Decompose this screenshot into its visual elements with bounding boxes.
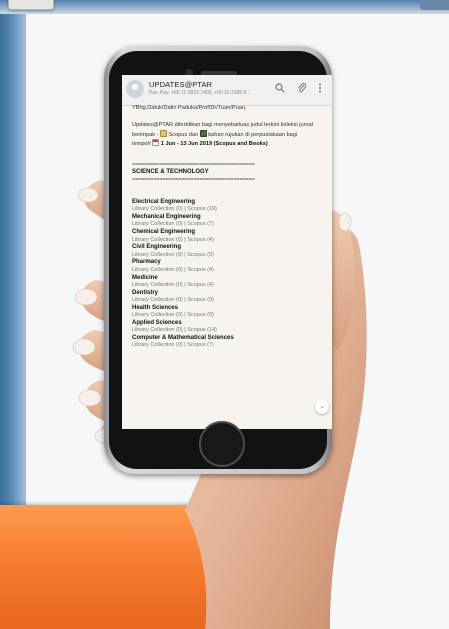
category-title: Pharmacy	[132, 259, 161, 266]
phone-screen: UPDATES@PTAR Pav, Pav, +60 11-2819 7403,…	[122, 75, 332, 429]
category-counts: Library Collection (0) | Scopus (0)	[132, 312, 214, 319]
greeting-line: YBhg.Datuk/Datin Paduka/Prof/Dr/Tuan/Pua…	[132, 105, 247, 111]
category-counts: Library Collection (0) | Scopus (4)	[132, 236, 214, 243]
smartphone: UPDATES@PTAR Pav, Pav, +60 11-2819 7403,…	[104, 46, 332, 474]
list-item: Computer & Mathematical Sciences Library …	[132, 335, 314, 350]
calendar-emoji-icon	[152, 138, 160, 146]
paperclip-icon[interactable]	[297, 83, 307, 95]
category-title: Electrical Engineering	[132, 199, 196, 206]
category-title: Dentistry	[132, 289, 159, 296]
list-item: Medicine Library Collection (0) | Scopus …	[132, 275, 314, 290]
chevron-down-icon[interactable]: ⌄	[315, 400, 329, 414]
section-heading: SCIENCE & TECHNOLOGY	[132, 169, 209, 176]
message-bubble: YBhg.Datuk/Datin Paduka/Prof/Dr/Tuan/Pua…	[132, 105, 314, 350]
category-title: Health Sciences	[132, 304, 179, 311]
intro-text-2: Scopus dan	[166, 131, 200, 138]
category-counts: Library Collection (0) | Scopus (14)	[132, 327, 217, 334]
books-emoji-icon	[199, 129, 207, 137]
group-avatar[interactable]	[126, 80, 144, 98]
category-counts: Library Collection (0) | Scopus (7)	[132, 221, 214, 228]
phone-bezel: UPDATES@PTAR Pav, Pav, +60 11-2819 7403,…	[109, 51, 332, 469]
home-button[interactable]	[199, 421, 245, 467]
book-emoji-icon	[159, 129, 167, 137]
kebab-menu-icon[interactable]	[318, 83, 322, 95]
category-counts: Library Collection (0) | Scopus (9)	[132, 251, 214, 258]
intro-paragraph: Updates@PTAR diterbitkan bagi menyebarlu…	[132, 122, 314, 148]
list-item: Chemical Engineering Library Collection (…	[132, 229, 314, 244]
category-title: Medicine	[132, 274, 158, 281]
chat-header: UPDATES@PTAR Pav, Pav, +60 11-2819 7403,…	[122, 75, 332, 106]
category-counts: Library Collection (0) | Scopus (19)	[132, 206, 217, 213]
search-icon[interactable]	[275, 83, 285, 95]
category-title: Mechanical Engineering	[132, 214, 201, 221]
list-item: Civil Engineering Library Collection (0) …	[132, 244, 314, 259]
divider-line-bottom: ========================================	[132, 176, 255, 183]
period-text: 1 Jun - 13 Jun 2019 (Scopus and Books)	[160, 140, 268, 147]
list-item: Applied Sciences Library Collection (0) |…	[132, 320, 314, 335]
chat-body[interactable]: YBhg.Datuk/Datin Paduka/Prof/Dr/Tuan/Pua…	[122, 105, 332, 429]
category-counts: Library Collection (0) | Scopus (7)	[132, 342, 214, 349]
category-counts: Library Collection (0) | Scopus (4)	[132, 266, 214, 273]
category-counts: Library Collection (0) | Scopus (0)	[132, 296, 214, 303]
list-item: Electrical Engineering Library Collection…	[132, 199, 314, 214]
list-item: Health Sciences Library Collection (0) | …	[132, 305, 314, 320]
category-title: Computer & Mathematical Sciences	[132, 334, 234, 341]
category-title: Chemical Engineering	[132, 229, 196, 236]
divider-line-top: ========================================	[132, 162, 255, 169]
category-counts: Library Collection (0) | Scopus (4)	[132, 281, 214, 288]
chat-title[interactable]: UPDATES@PTAR	[149, 80, 212, 89]
list-item: Pharmacy Library Collection (0) | Scopus …	[132, 259, 314, 274]
category-list: Electrical Engineering Library Collection…	[132, 199, 314, 349]
list-item: Mechanical Engineering Library Collection…	[132, 214, 314, 229]
category-title: Civil Engineering	[132, 244, 182, 251]
chat-participants[interactable]: Pav, Pav, +60 11-2819 7403, +60 11-3285 …	[149, 90, 259, 96]
list-item: Dentistry Library Collection (0) | Scopus…	[132, 290, 314, 305]
category-title: Applied Sciences	[132, 319, 182, 326]
